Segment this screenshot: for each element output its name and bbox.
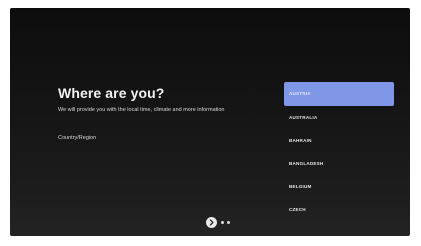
country-item-bahrain[interactable]: BAHRAIN: [284, 129, 394, 152]
next-button[interactable]: [206, 216, 217, 228]
country-item-czech[interactable]: CZECH: [284, 198, 394, 221]
page-dot: [221, 220, 224, 224]
screen-frame: Where are you? We will provide you with …: [0, 0, 421, 246]
page-description: We will provide you with the local time,…: [58, 107, 225, 113]
page-title: Where are you?: [58, 85, 165, 101]
country-list: AUSTRIA AUSTRALIA BAHRAIN BANGLADESH BEL…: [284, 82, 394, 221]
country-item-belgium[interactable]: BELGIUM: [284, 175, 394, 198]
country-item-bangladesh[interactable]: BANGLADESH: [284, 152, 394, 175]
page-dot: [227, 220, 230, 224]
country-item-australia[interactable]: AUSTRALIA: [284, 106, 394, 129]
setup-screen: Where are you? We will provide you with …: [10, 8, 410, 236]
page-navigation: [206, 216, 230, 228]
country-item-austria[interactable]: AUSTRIA: [284, 82, 394, 106]
chevron-right-icon: [209, 218, 214, 226]
country-region-label: Country/Region: [58, 135, 97, 141]
